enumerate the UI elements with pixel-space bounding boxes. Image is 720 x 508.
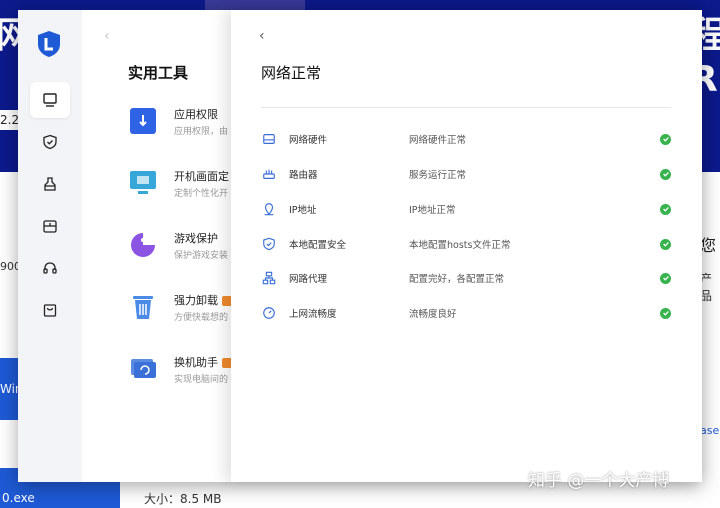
game-protect-icon	[131, 233, 155, 257]
app-permission-icon	[130, 108, 156, 134]
tool-desc: 应用权限，由	[174, 127, 229, 137]
tool-desc: 实现电脑间的	[174, 375, 229, 385]
tool-item-migrate[interactable]: 换机助手 实现电脑间的	[128, 354, 232, 394]
network-row-status: IP地址正常	[409, 205, 456, 216]
headset-icon	[43, 262, 57, 274]
broom-icon	[44, 177, 56, 191]
tool-name: 换机助手	[174, 354, 232, 370]
tool-item-app-permission[interactable]: 应用权限 应用权限，由	[128, 106, 232, 146]
network-row: 本地配置安全 本地配置hosts文件正常	[261, 233, 671, 255]
network-row-status: 本地配置hosts文件正常	[409, 240, 511, 251]
network-row-status: 配置完好，各配置正常	[409, 274, 505, 285]
migrate-icon	[131, 359, 156, 378]
network-row: IP地址 IP地址正常	[261, 198, 671, 220]
hardware-icon	[263, 134, 275, 144]
check-icon	[660, 272, 671, 284]
network-status-title: 网络正常	[261, 64, 322, 82]
back-chevron-icon[interactable]: ‹	[259, 28, 265, 44]
background-right-heading: 您	[700, 236, 717, 255]
background-right-link[interactable]: ase	[700, 424, 719, 437]
monitor-icon	[43, 93, 57, 107]
tool-name-text: 强力卸载	[174, 294, 218, 307]
network-row: 网路代理 配置完好，各配置正常	[261, 267, 671, 289]
tool-item-boot-screen[interactable]: 开机画面定 定制个性化开	[128, 168, 232, 208]
network-row-status: 网络硬件正常	[409, 135, 467, 146]
tools-panel: ‹ 实用工具 应用权限 应用权限，由 开机画面定 定制个性化开 游戏保护 保护游…	[82, 10, 232, 482]
tool-name-text: 换机助手	[174, 356, 218, 369]
network-row: 网络硬件 网络硬件正常	[261, 128, 671, 150]
location-icon	[264, 203, 274, 216]
network-row: 上网流畅度 流畅度良好	[261, 302, 671, 324]
divider	[261, 107, 671, 108]
check-icon	[660, 168, 671, 180]
tool-name: 开机画面定	[174, 170, 229, 183]
background-decoration	[205, 0, 305, 10]
tool-name: 应用权限	[174, 108, 218, 121]
network-row-name: 网络硬件	[289, 135, 328, 146]
trash-icon	[133, 296, 153, 319]
router-icon	[263, 169, 275, 179]
tool-item-force-uninstall[interactable]: 强力卸载 方便快载想的	[128, 292, 232, 332]
network-row-name: 网路代理	[289, 274, 328, 285]
network-row: 路由器 服务运行正常	[261, 163, 671, 185]
network-row-name: 本地配置安全	[289, 240, 347, 251]
sidebar-item-security[interactable]	[30, 124, 70, 160]
background-right-sub: 产品	[700, 272, 713, 303]
tool-name: 游戏保护	[174, 232, 218, 245]
shield-check-icon	[43, 134, 57, 150]
check-icon	[660, 238, 671, 250]
sidebar-item-store[interactable]	[30, 292, 70, 328]
network-row-name: IP地址	[289, 205, 317, 216]
tools-title: 实用工具	[128, 64, 189, 82]
shield-icon	[263, 237, 275, 251]
tools-back-icon[interactable]: ‹	[104, 28, 110, 44]
network-row-status: 流畅度良好	[409, 309, 457, 320]
tool-item-game-protect[interactable]: 游戏保护 保护游戏安装	[128, 230, 232, 270]
sidebar-item-computer[interactable]	[30, 82, 70, 118]
network-row-name: 路由器	[289, 170, 318, 181]
check-icon	[660, 307, 671, 319]
speed-icon	[263, 307, 275, 319]
sidebar-item-toolbox[interactable]	[30, 208, 70, 244]
background-size-label: 大小：8.5 MB	[144, 492, 222, 506]
app-logo-icon	[38, 31, 60, 57]
proxy-icon	[262, 271, 276, 285]
check-icon	[660, 203, 671, 215]
boot-screen-icon	[130, 171, 156, 194]
network-row-name: 上网流畅度	[289, 309, 337, 320]
tool-name: 强力卸载	[174, 292, 232, 308]
sidebar	[18, 10, 82, 482]
watermark: 知乎 @一个大产博	[528, 471, 670, 491]
sidebar-item-cleanup[interactable]	[30, 166, 70, 202]
tool-desc: 保护游戏安装	[174, 251, 229, 261]
sidebar-item-support[interactable]	[30, 250, 70, 286]
background-version: 2.2	[0, 110, 19, 130]
network-row-status: 服务运行正常	[409, 170, 467, 181]
shopping-bag-icon	[43, 304, 57, 317]
tool-desc: 定制个性化开	[174, 189, 229, 199]
toolbox-icon	[43, 220, 57, 233]
background-download-button[interactable]: Win	[0, 358, 18, 420]
tool-desc: 方便快载想的	[174, 313, 229, 323]
check-icon	[660, 133, 671, 145]
network-panel: ‹ 网络正常 网络硬件 网络硬件正常 路由器 服务运行正常 IP地址 IP地址正…	[231, 10, 702, 482]
